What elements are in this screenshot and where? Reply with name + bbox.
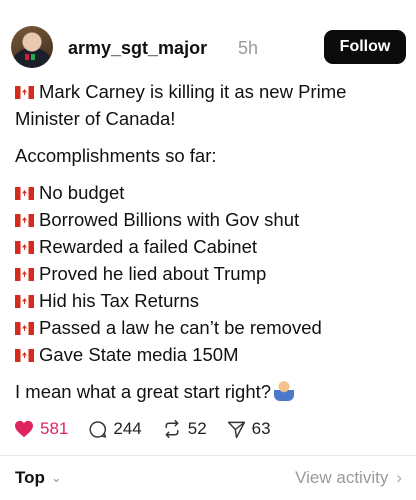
comment-button[interactable]: 244 [88, 419, 142, 439]
share-count: 63 [251, 419, 271, 438]
list-item: Gave State media 150M [15, 341, 407, 368]
list-item: Borrowed Billions with Gov shut [15, 206, 407, 233]
canada-flag-icon [15, 214, 34, 227]
list-item-text: Hid his Tax Returns [39, 290, 200, 311]
post-time: 5h [238, 38, 259, 58]
sort-dropdown[interactable]: Top ⌄ [15, 468, 62, 488]
canada-flag-icon [15, 268, 34, 281]
avatar-medal [31, 54, 35, 60]
repost-button[interactable]: 52 [162, 419, 207, 439]
view-activity-link[interactable]: View activity › [295, 468, 402, 488]
chevron-right-icon: › [396, 468, 402, 487]
intro-line: Minister of Canada! [15, 108, 176, 129]
intro-line: Mark Carney is killing it as new Prime [15, 78, 407, 105]
sort-label: Top [15, 468, 45, 487]
username[interactable]: army_sgt_major [68, 38, 207, 59]
person-shrugging-icon [274, 381, 295, 401]
list-item-text: Gave State media 150M [39, 344, 239, 365]
repost-count: 52 [187, 419, 207, 438]
closing-line: I mean what a great start right? [15, 378, 407, 405]
post-text: Mark Carney is killing it as new Prime M… [15, 78, 407, 415]
view-activity-label: View activity [295, 468, 389, 487]
list-item-text: Rewarded a failed Cabinet [39, 236, 258, 257]
post-header: army_sgt_major 5h Follow [11, 26, 406, 70]
closing-text: I mean what a great start right? [15, 381, 272, 402]
action-bar: 581 244 52 63 [14, 416, 291, 442]
chevron-down-icon: ⌄ [50, 470, 62, 485]
replies-footer: Top ⌄ View activity › [0, 455, 416, 500]
send-icon [227, 421, 245, 438]
accomplishments-list: No budget Borrowed Billions with Gov shu… [15, 179, 407, 368]
avatar[interactable] [11, 26, 53, 68]
intro-text: Mark Carney is killing it as new Prime [39, 81, 347, 102]
repost-icon [165, 420, 179, 438]
like-button[interactable]: 581 [14, 419, 68, 439]
canada-flag-icon [15, 349, 34, 362]
avatar-medal [25, 54, 29, 60]
list-item: Passed a law he can’t be removed [15, 314, 407, 341]
list-item: Rewarded a failed Cabinet [15, 233, 407, 260]
share-button[interactable]: 63 [227, 419, 271, 439]
accomplishments-heading: Accomplishments so far: [15, 145, 217, 166]
list-item-text: No budget [39, 182, 125, 203]
comment-icon [89, 420, 107, 438]
list-item-text: Borrowed Billions with Gov shut [39, 209, 300, 230]
heart-icon [15, 420, 33, 438]
canada-flag-icon [15, 322, 34, 335]
list-item-text: Passed a law he can’t be removed [39, 317, 322, 338]
follow-button[interactable]: Follow [324, 30, 406, 64]
list-item: Hid his Tax Returns [15, 287, 407, 314]
list-item: Proved he lied about Trump [15, 260, 407, 287]
canada-flag-icon [15, 295, 34, 308]
comment-count: 244 [113, 419, 142, 438]
like-count: 581 [40, 419, 69, 438]
list-item: No budget [15, 179, 407, 206]
canada-flag-icon [15, 187, 34, 200]
intro-paragraph: Mark Carney is killing it as new Prime M… [15, 78, 407, 132]
canada-flag-icon [15, 241, 34, 254]
list-item-text: Proved he lied about Trump [39, 263, 267, 284]
canada-flag-icon [15, 86, 34, 99]
